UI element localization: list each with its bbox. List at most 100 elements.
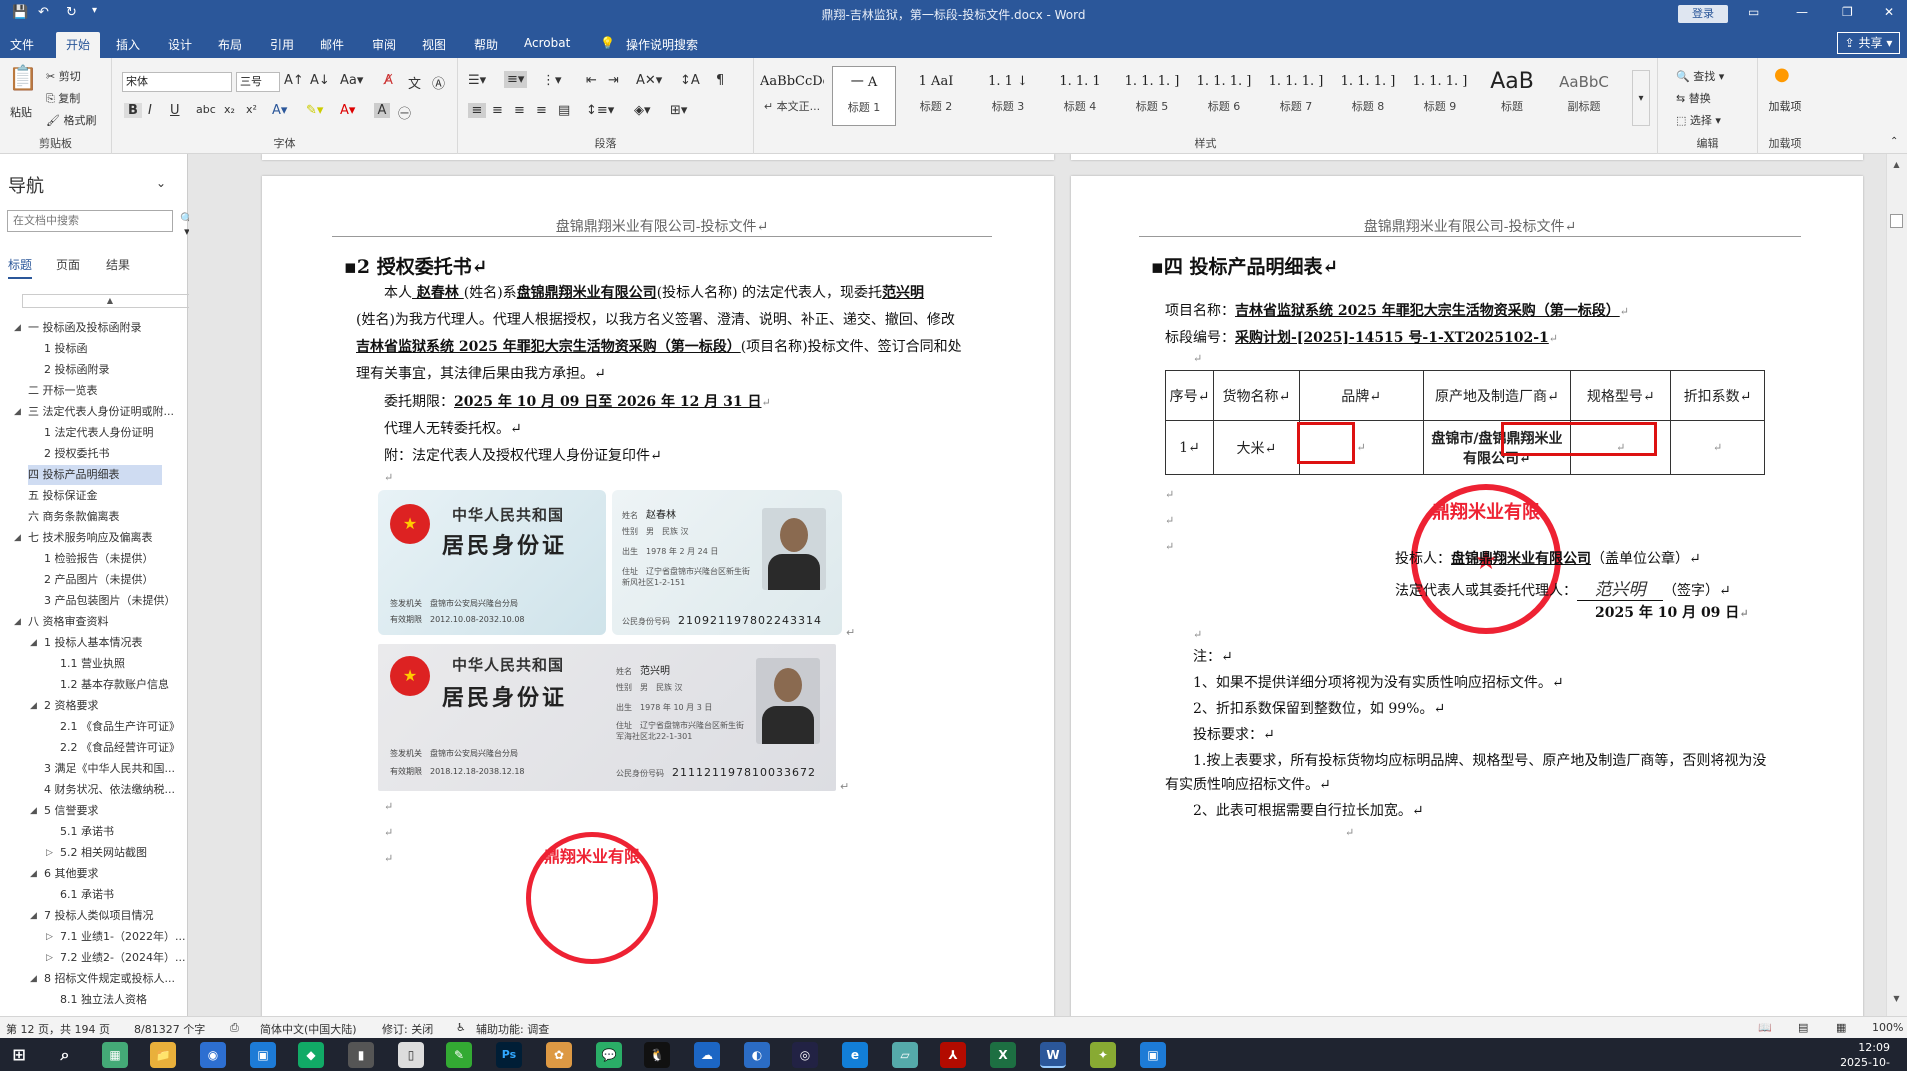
nav-heading-item[interactable]: 四 投标产品明细表 <box>28 465 162 485</box>
font-name-combo[interactable]: 宋体 <box>122 72 232 92</box>
photoshop-icon[interactable]: Ps <box>496 1042 522 1068</box>
tab-layout[interactable]: 布局 <box>218 36 242 53</box>
nav-heading-item[interactable]: 5.1 承诺书 <box>60 822 114 842</box>
track-changes[interactable]: 修订: 关闭 <box>382 1021 433 1037</box>
style-item[interactable]: 1. 1. 1. ] 标题 5 <box>1120 66 1184 126</box>
font-size-combo[interactable]: 三号 <box>236 72 280 92</box>
align-left-icon[interactable]: ≡ <box>468 103 486 118</box>
borders-icon[interactable]: ⊞▾ <box>670 103 687 118</box>
nav-heading-item[interactable]: 2.2 《食品经营许可证》 <box>60 738 180 758</box>
edge-icon[interactable]: e <box>842 1042 868 1068</box>
web-layout-icon[interactable]: ▦ <box>1836 1021 1846 1034</box>
store-icon[interactable]: ▣ <box>250 1042 276 1068</box>
cell-discount[interactable]: ↵ <box>1670 420 1765 475</box>
nav-heading-item[interactable]: 2 产品图片（未提供） <box>44 570 154 590</box>
align-right-icon[interactable]: ≡ <box>514 103 525 118</box>
font-color-icon[interactable]: A▾ <box>340 103 355 118</box>
nav-heading-item[interactable]: 1.1 营业执照 <box>60 654 125 674</box>
distributed-icon[interactable]: ▤ <box>558 103 570 118</box>
replace-button[interactable]: ⇆ 替换 <box>1676 90 1711 106</box>
nav-heading-item[interactable]: 6.1 承诺书 <box>60 885 114 905</box>
ribbon-display-icon[interactable]: ▭ <box>1748 5 1759 19</box>
paste-icon[interactable]: 📋 <box>8 64 38 92</box>
close-window-icon[interactable]: ✕ <box>1884 5 1894 19</box>
nav-tab-pages[interactable]: 页面 <box>56 256 80 273</box>
find-button[interactable]: 🔍 查找 ▾ <box>1676 68 1724 84</box>
tab-insert[interactable]: 插入 <box>116 36 140 53</box>
calculator-icon[interactable]: ▦ <box>102 1042 128 1068</box>
login-button[interactable]: 登录 <box>1678 5 1728 23</box>
app-icon[interactable]: ◉ <box>200 1042 226 1068</box>
collapse-icon[interactable]: ◢ <box>30 801 37 821</box>
text-effects-icon[interactable]: A▾ <box>272 103 287 118</box>
tab-help[interactable]: 帮助 <box>474 36 498 53</box>
nav-heading-item[interactable]: ◢ 一 投标函及投标函附录 <box>14 318 142 338</box>
highlight-icon[interactable]: ✎▾ <box>306 103 323 118</box>
search-icon[interactable]: ⌕ <box>52 1042 78 1068</box>
nav-heading-item[interactable]: 1.2 基本存款账户信息 <box>60 675 169 695</box>
style-item[interactable]: AaB 标题 <box>1480 66 1544 126</box>
enclose-char-icon[interactable]: ㊀ <box>398 103 411 122</box>
sort-icon[interactable]: ↕A <box>680 73 700 88</box>
vertical-scrollbar[interactable]: ▲ ▼ <box>1886 154 1907 1016</box>
nav-heading-item[interactable]: 1 投标函 <box>44 339 88 359</box>
app-icon[interactable]: ✿ <box>546 1042 572 1068</box>
style-item[interactable]: AaBbC 副标题 <box>1552 66 1616 126</box>
zoom-level[interactable]: 100% <box>1872 1021 1903 1034</box>
word-icon[interactable]: W <box>1040 1042 1066 1068</box>
nav-heading-item[interactable]: ◢ 三 法定代表人身份证明或附... <box>14 402 174 422</box>
nav-heading-item[interactable]: 1 检验报告（未提供） <box>44 549 154 569</box>
tab-references[interactable]: 引用 <box>270 36 294 53</box>
minimize-icon[interactable]: — <box>1796 5 1808 19</box>
file-icon[interactable]: ▯ <box>398 1042 424 1068</box>
bullets-icon[interactable]: ☰▾ <box>468 73 486 88</box>
styles-more-icon[interactable]: ▾ <box>1632 70 1650 126</box>
style-item[interactable]: 1. 1. 1. ] 标题 7 <box>1264 66 1328 126</box>
collapse-icon[interactable]: ◢ <box>30 969 37 989</box>
nav-heading-item[interactable]: 2 投标函附录 <box>44 360 110 380</box>
select-button[interactable]: ⬚ 选择 ▾ <box>1676 112 1721 128</box>
print-layout-icon[interactable]: ▤ <box>1798 1021 1808 1034</box>
expand-icon[interactable]: ▷ <box>46 948 53 968</box>
multilevel-list-icon[interactable]: ⋮▾ <box>542 73 562 88</box>
scroll-thumb[interactable] <box>1890 214 1903 228</box>
style-item[interactable]: 1. 1. 1 标题 4 <box>1048 66 1112 126</box>
cut-button[interactable]: ✂ 剪切 <box>46 68 81 84</box>
tab-design[interactable]: 设计 <box>168 36 192 53</box>
tab-review[interactable]: 审阅 <box>372 36 396 53</box>
char-shading-icon[interactable]: A <box>374 103 390 118</box>
superscript-icon[interactable]: x² <box>246 103 257 116</box>
paste-button[interactable]: 粘贴 <box>10 104 32 120</box>
accessibility[interactable]: 辅助功能: 调查 <box>476 1021 549 1037</box>
windows-start-icon[interactable]: ⊞ <box>6 1042 32 1068</box>
collapse-ribbon-icon[interactable]: ⌃ <box>1890 136 1898 147</box>
app-icon[interactable]: ✦ <box>1090 1042 1116 1068</box>
scroll-down-icon[interactable]: ▼ <box>1890 994 1903 1003</box>
grow-font-icon[interactable]: A↑ <box>284 73 304 88</box>
shrink-font-icon[interactable]: A↓ <box>310 73 330 88</box>
nav-heading-item[interactable]: 3 产品包装图片（未提供） <box>44 591 176 611</box>
scroll-up-icon[interactable]: ▲ <box>1890 160 1903 169</box>
align-center-icon[interactable]: ≡ <box>492 103 503 118</box>
app-icon[interactable]: ▱ <box>892 1042 918 1068</box>
read-mode-icon[interactable]: 📖 <box>1758 1021 1772 1034</box>
tab-acrobat[interactable]: Acrobat <box>524 36 570 50</box>
strikethrough-icon[interactable]: abc <box>196 103 216 116</box>
nav-heading-item[interactable]: ◢ 8 招标文件规定或投标人... <box>30 969 175 989</box>
nav-heading-item[interactable]: 3 满足《中华人民共和国... <box>44 759 175 779</box>
change-case-icon[interactable]: Aa▾ <box>340 73 363 88</box>
nav-heading-item[interactable]: 4 财务状况、依法缴纳税... <box>44 780 175 800</box>
app-icon[interactable]: ▮ <box>348 1042 374 1068</box>
underline-icon[interactable]: U <box>170 103 180 118</box>
restore-icon[interactable]: ❐ <box>1842 5 1853 19</box>
expand-icon[interactable]: ▷ <box>46 927 53 947</box>
format-painter-button[interactable]: 🖌 格式刷 <box>46 112 96 128</box>
collapse-icon[interactable]: ◢ <box>14 318 21 338</box>
accessibility-icon[interactable]: ♿ <box>456 1021 466 1034</box>
collapse-icon[interactable]: ◢ <box>14 612 21 632</box>
collapse-icon[interactable]: ◢ <box>14 402 21 422</box>
style-item[interactable]: 1. 1. 1. ] 标题 6 <box>1192 66 1256 126</box>
shading-icon[interactable]: ◈▾ <box>634 103 651 118</box>
show-marks-icon[interactable]: ¶ <box>716 73 724 88</box>
wechat-icon[interactable]: 💬 <box>596 1042 622 1068</box>
